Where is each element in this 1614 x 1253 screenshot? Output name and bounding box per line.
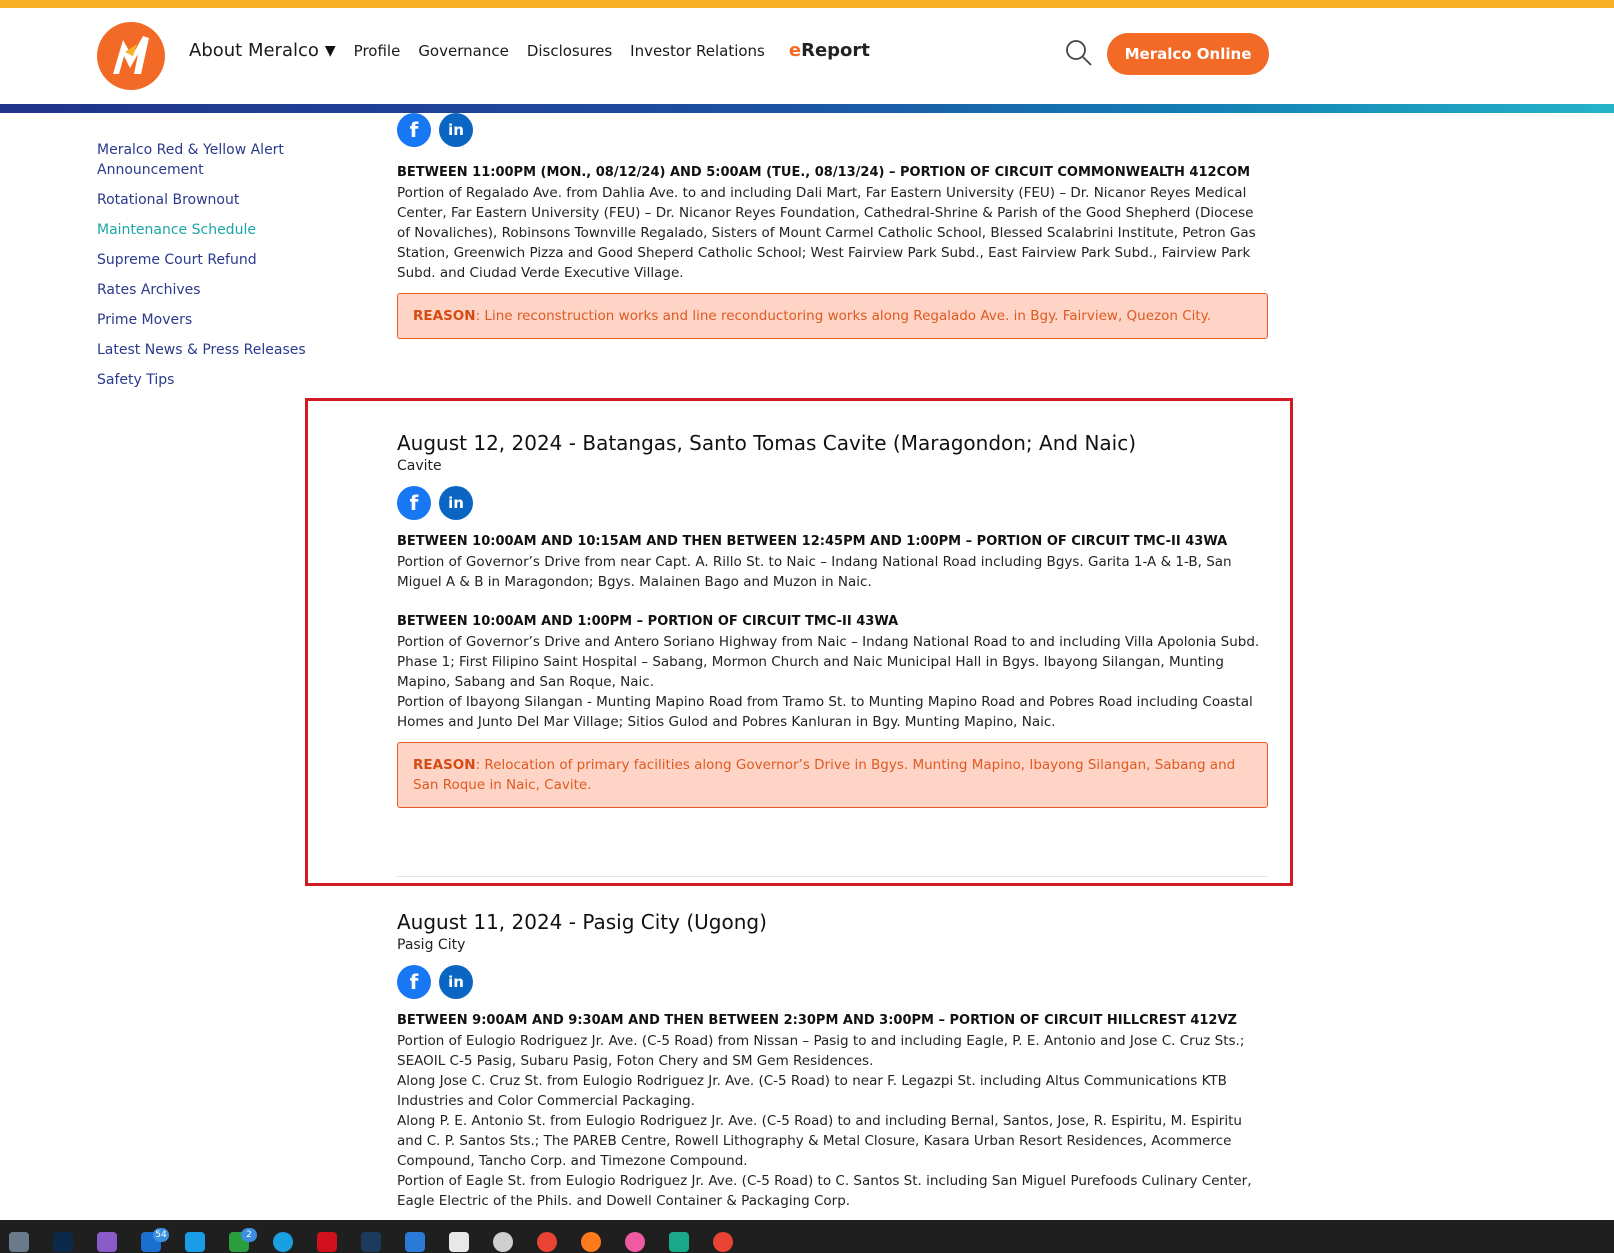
post-commonwealth: f in BETWEEN 11:00PM (MON., 08/12/24) AN… [397,113,1268,339]
post-title[interactable]: August 11, 2024 - Pasig City (Ugong) [397,909,1268,935]
sidebar-item-prime-movers[interactable]: Prime Movers [97,310,317,330]
post-divider [397,876,1268,877]
post-pasig: August 11, 2024 - Pasig City (Ugong) Pas… [397,909,1268,1211]
circuit-heading: BETWEEN 10:00AM AND 10:15AM AND THEN BET… [397,534,1228,549]
affected-areas: Along Jose C. Cruz St. from Eulogio Rodr… [397,1073,1227,1109]
slack-icon[interactable] [449,1232,469,1252]
sidebar-item-latest-news[interactable]: Latest News & Press Releases [97,340,317,360]
reason-label: REASON [413,308,476,324]
nav-profile[interactable]: Profile [354,42,401,60]
sidebar-item-maintenance-schedule[interactable]: Maintenance Schedule [97,220,317,240]
settings-gear-icon[interactable] [493,1232,513,1252]
steam-icon[interactable] [361,1232,381,1252]
share-buttons: f in [397,113,1268,147]
meralco-logo[interactable] [97,22,165,90]
circuit-heading: BETWEEN 10:00AM AND 1:00PM – PORTION OF … [397,614,899,629]
reason-text: : Relocation of primary facilities along… [413,757,1236,793]
post-category[interactable]: Pasig City [397,935,1268,955]
header-gradient-bar [0,104,1614,113]
post-batangas-cavite: August 12, 2024 - Batangas, Santo Tomas … [397,430,1268,808]
firefox-icon[interactable] [581,1232,601,1252]
mail-badge: 54 [153,1228,169,1242]
camera-app-icon[interactable] [9,1232,29,1252]
sidebar-item-rotational-brownout[interactable]: Rotational Brownout [97,190,317,210]
linkedin-icon[interactable]: in [439,113,473,147]
linkedin-icon[interactable]: in [439,486,473,520]
app-s-icon[interactable] [669,1232,689,1252]
affected-areas: Along P. E. Antonio St. from Eulogio Rod… [397,1113,1242,1169]
facebook-icon[interactable]: f [397,965,431,999]
affected-areas: Portion of Eagle St. from Eulogio Rodrig… [397,1173,1252,1209]
sidebar-item-supreme-court-refund[interactable]: Supreme Court Refund [97,250,317,270]
main-nav: About Meralco ▼ Profile Governance Discl… [189,40,870,61]
top-accent-strip [0,0,1614,8]
music-icon[interactable] [625,1232,645,1252]
chrome-icon[interactable] [537,1232,557,1252]
reason-box: REASON: Relocation of primary facilities… [397,742,1268,808]
nav-governance[interactable]: Governance [418,42,509,60]
sidebar-nav: Meralco Red & Yellow Alert Announcement … [97,140,317,400]
facebook-icon[interactable]: f [397,486,431,520]
circuit-heading: BETWEEN 11:00PM (MON., 08/12/24) AND 5:0… [397,165,1251,180]
search-icon[interactable] [1064,38,1094,68]
meralco-logo-icon [113,36,149,74]
caret-down-icon[interactable]: ▼ [325,43,336,59]
sidebar-item-rates-archives[interactable]: Rates Archives [97,280,317,300]
chrome-profile-icon[interactable] [713,1232,733,1252]
circuit-heading: BETWEEN 9:00AM AND 9:30AM AND THEN BETWE… [397,1013,1237,1028]
affected-areas: Portion of Regalado Ave. from Dahlia Ave… [397,185,1256,281]
feather-app-icon[interactable] [97,1232,117,1252]
sidebar-item-red-yellow-alert[interactable]: Meralco Red & Yellow Alert Announcement [97,140,317,180]
affected-areas: Portion of Ibayong Silangan - Munting Ma… [397,694,1253,730]
netflix-icon[interactable] [317,1232,337,1252]
facebook-icon[interactable]: f [397,113,431,147]
ereport-e: e [788,40,802,61]
ereport-text: Report [801,40,870,61]
sidebar-item-safety-tips[interactable]: Safety Tips [97,370,317,390]
nav-ereport[interactable]: eReport [789,40,870,61]
nav-disclosures[interactable]: Disclosures [527,42,612,60]
reason-text: : Line reconstruction works and line rec… [475,308,1212,324]
share-buttons: f in [397,486,1268,520]
photoshop-icon[interactable] [53,1232,73,1252]
nav-about-meralco[interactable]: About Meralco [189,40,319,61]
xbox-badge: 2 [241,1228,257,1242]
affected-areas: Portion of Governor’s Drive and Antero S… [397,634,1260,690]
share-buttons: f in [397,965,1268,999]
reason-label: REASON [413,757,476,773]
nav-investor-relations[interactable]: Investor Relations [630,42,765,60]
meralco-online-button[interactable]: Meralco Online [1107,33,1269,75]
reason-box: REASON: Line reconstruction works and li… [397,293,1268,339]
prime-video-icon[interactable] [185,1232,205,1252]
post-category[interactable]: Cavite [397,456,1268,476]
affected-areas: Portion of Eulogio Rodriguez Jr. Ave. (C… [397,1033,1245,1069]
skype-icon[interactable] [273,1232,293,1252]
linkedin-icon[interactable]: in [439,965,473,999]
vscode-icon[interactable] [405,1232,425,1252]
post-title[interactable]: August 12, 2024 - Batangas, Santo Tomas … [397,430,1268,456]
affected-areas: Portion of Governor’s Drive from near Ca… [397,554,1232,590]
